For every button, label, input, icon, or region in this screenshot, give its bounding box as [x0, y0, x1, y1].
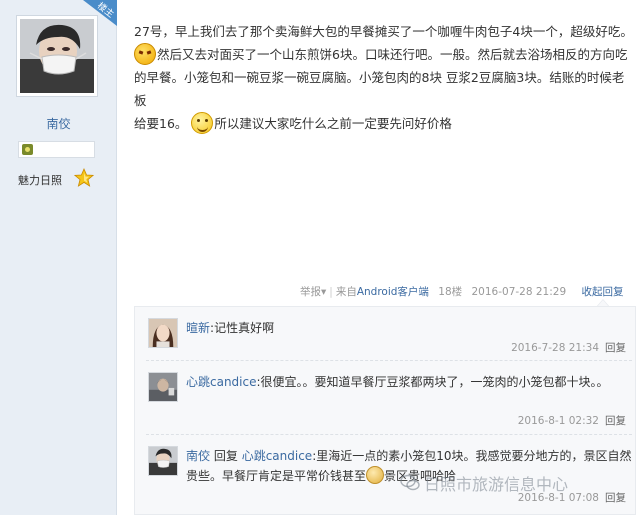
floor-number: 18楼	[438, 286, 463, 298]
watermark: 日照市旅游信息中心	[400, 472, 568, 494]
charm-label: 魅力日照	[18, 174, 62, 187]
reply-text: 暄新:记性真好啊	[186, 321, 275, 335]
post-line: 27号，早上我们去了那个卖海鲜大包的早餐摊买了一个咖喱牛肉包子4块一个，超级好吃…	[134, 24, 633, 39]
level-icon	[22, 144, 33, 155]
post-line: 给要16。 所以建议大家吃什么之前一定要先问好价格	[134, 112, 634, 135]
post-body: 27号，早上我们去了那个卖海鲜大包的早餐摊买了一个咖喱牛肉包子4块一个，超级好吃…	[134, 20, 634, 135]
reply-footer: 2016-8-1 02:32 回复	[518, 413, 626, 428]
divider	[146, 360, 632, 361]
reply-footer: 2016-7-28 21:34 回复	[511, 340, 626, 355]
smile-emoji-icon	[366, 466, 385, 484]
author-name[interactable]: 南佼	[0, 115, 117, 132]
collapse-replies-link[interactable]: 收起回复	[581, 286, 623, 298]
chevron-down-icon: ▾	[321, 286, 327, 298]
post-time: 2016-07-28 21:29	[471, 286, 567, 298]
user-level-bar	[18, 141, 95, 158]
grin-emoji-icon	[191, 112, 214, 134]
reply-button[interactable]: 回复	[605, 415, 626, 427]
angry-emoji-icon	[134, 43, 156, 65]
wechat-icon	[400, 474, 420, 491]
client-link[interactable]: Android客户端	[357, 286, 429, 298]
post-line: 的早餐。小笼包和一碗豆浆一碗豆腐脑。小笼包肉的8块 豆浆2豆腐脑3块。结账的时候…	[134, 70, 625, 108]
reply-avatar[interactable]	[148, 446, 178, 476]
reply-username[interactable]: 心跳candice	[186, 375, 257, 389]
star-badge-icon[interactable]	[74, 168, 94, 188]
reply-username[interactable]: 南佼	[186, 449, 210, 463]
reply-time: 2016-8-1 02:32	[517, 415, 599, 427]
report-link[interactable]: 举报▾	[300, 286, 326, 298]
post-meta: 举报▾ | 来自Android客户端 18楼 2016-07-28 21:29 收起…	[300, 286, 624, 298]
reply-item: 心跳candice:很便宜。。要知道早餐厅豆浆都两块了，一笼肉的小笼包都十块。。…	[148, 372, 632, 432]
reply-target-username[interactable]: 心跳candice	[242, 449, 313, 463]
author-avatar[interactable]	[16, 15, 98, 97]
from-label: 来自	[335, 286, 357, 298]
reply-button[interactable]: 回复	[605, 492, 626, 504]
reply-username[interactable]: 暄新	[186, 321, 210, 335]
reply-avatar[interactable]	[148, 372, 178, 402]
reply-button[interactable]: 回复	[605, 342, 626, 354]
reply-avatar[interactable]	[148, 318, 178, 348]
divider	[146, 434, 632, 435]
reply-text: 心跳candice:很便宜。。要知道早餐厅豆浆都两块了，一笼肉的小笼包都十块。。	[186, 375, 609, 389]
reply-time: 2016-7-28 21:34	[511, 342, 599, 354]
post-line: 然后又去对面买了一个山东煎饼6块。口味还行吧。一般。然后就去浴场相反的方向吃	[134, 43, 634, 66]
reply-item: 暄新:记性真好啊 2016-7-28 21:34 回复	[148, 318, 632, 358]
